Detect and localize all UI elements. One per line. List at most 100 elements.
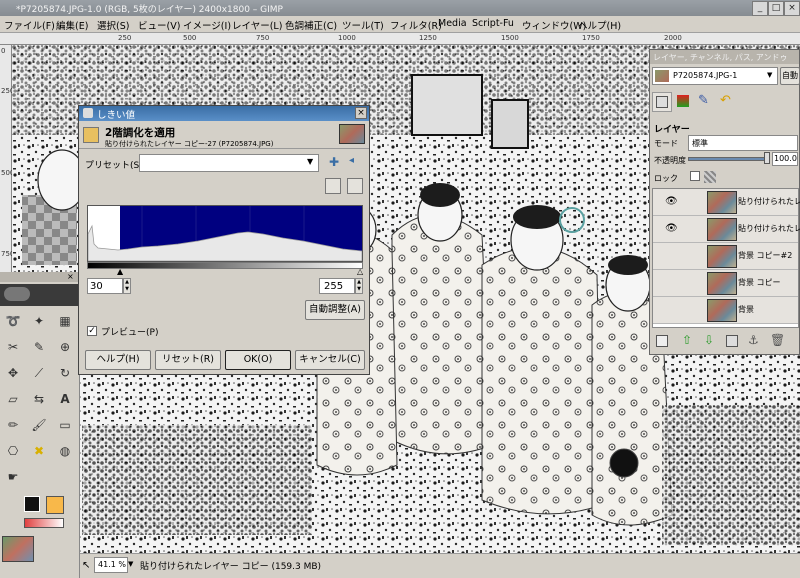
menu-media[interactable]: Media xyxy=(438,18,467,29)
menu-view[interactable]: ビュー(V) xyxy=(138,18,180,32)
tab-undo[interactable]: ↶ xyxy=(718,92,738,112)
raise-layer-icon[interactable]: ⇧ xyxy=(682,333,692,347)
high-threshold-value: 255 xyxy=(324,281,344,292)
new-layer-icon[interactable] xyxy=(656,335,668,347)
measure-icon[interactable]: ⟋ xyxy=(30,364,48,382)
menu-edit[interactable]: 編集(E) xyxy=(56,18,88,32)
menu-filters[interactable]: フィルタ(R) xyxy=(390,18,442,32)
image-select-combo[interactable]: P7205874.JPG-1 ▼ xyxy=(652,67,778,85)
layer-name: 背景 コピー xyxy=(738,278,781,287)
opacity-slider[interactable] xyxy=(688,157,768,161)
scissors-icon[interactable]: ✂ xyxy=(4,338,22,356)
low-threshold-spinner[interactable]: ▲ ▼ xyxy=(123,278,131,294)
layer-row[interactable]: 👁 貼り付けられたレイヤー xyxy=(653,216,800,243)
delete-layer-icon[interactable]: 🗑 xyxy=(770,333,785,347)
eye-icon[interactable]: 👁 xyxy=(665,223,678,234)
clone-icon[interactable]: ⎔ xyxy=(4,442,22,460)
lower-layer-icon[interactable]: ⇩ xyxy=(704,333,714,347)
smudge-icon[interactable]: ☛ xyxy=(4,468,22,486)
layer-row[interactable]: 背景 xyxy=(653,297,798,324)
chevron-down-icon[interactable]: ▼ xyxy=(128,560,133,568)
maximize-button[interactable]: □ xyxy=(768,1,784,16)
dialog-close-button[interactable]: × xyxy=(355,107,367,119)
reset-button[interactable]: リセット(R) xyxy=(155,350,221,370)
blur-icon[interactable]: ◍ xyxy=(56,442,74,460)
pencil-icon[interactable]: ✏ xyxy=(4,416,22,434)
menu-layer[interactable]: レイヤー(L) xyxy=(232,18,282,32)
ok-button[interactable]: OK(O) xyxy=(225,350,291,370)
shear-icon[interactable]: ▱ xyxy=(4,390,22,408)
lock-pixels-checkbox[interactable] xyxy=(690,171,700,181)
preset-menu-icon[interactable]: ◂ xyxy=(349,155,354,166)
dialog-title-bar[interactable]: しきい値 × xyxy=(79,106,369,121)
layer-row[interactable]: 背景 コピー xyxy=(653,270,798,297)
menu-script-fu[interactable]: Script-Fu xyxy=(472,18,514,29)
histogram[interactable] xyxy=(87,205,363,262)
lock-alpha-icon[interactable] xyxy=(704,171,716,183)
high-threshold-marker-icon[interactable]: △ xyxy=(357,267,363,276)
toolbox-grip[interactable]: × xyxy=(0,272,80,282)
zoom-combo[interactable]: 41.1 % xyxy=(94,557,128,573)
foreground-color-swatch[interactable] xyxy=(24,496,40,512)
menu-windows[interactable]: ウィンドウ(W) xyxy=(522,18,586,32)
heal-icon[interactable]: ✖ xyxy=(30,442,48,460)
opacity-input[interactable]: 100.0 xyxy=(772,152,798,166)
eraser-icon[interactable]: ▭ xyxy=(56,416,74,434)
menu-tools[interactable]: ツール(T) xyxy=(342,18,384,32)
paintbrush-icon[interactable]: 🖌 xyxy=(30,416,48,434)
add-preset-icon[interactable]: ✚ xyxy=(329,155,339,169)
help-button[interactable]: ヘルプ(H) xyxy=(85,350,151,370)
dock-title-bar[interactable]: レイヤー, チャンネル, パス, アンドゥ xyxy=(650,50,799,64)
high-threshold-spinner[interactable]: ▲ ▼ xyxy=(355,278,363,294)
text-tool-icon[interactable]: A xyxy=(56,390,74,408)
brush-pattern-swatch[interactable] xyxy=(46,496,64,514)
chevron-down-icon: ▼ xyxy=(307,157,314,166)
auto-button[interactable]: 自動 xyxy=(780,67,800,85)
auto-adjust-button[interactable]: 自動調整(A) xyxy=(305,300,365,320)
menu-colors[interactable]: 色調補正(C) xyxy=(285,18,337,32)
status-bar: ↖ 41.1 % ▼ 貼り付けられたレイヤー コピー (159.3 MB) xyxy=(80,553,800,578)
menu-file[interactable]: ファイル(F) xyxy=(4,18,55,32)
cancel-button[interactable]: キャンセル(C) xyxy=(295,350,365,370)
tab-layers[interactable] xyxy=(652,92,672,112)
flip-icon[interactable]: ⇆ xyxy=(30,390,48,408)
linear-histogram-button[interactable] xyxy=(325,178,341,194)
color-picker-icon[interactable]: ✎ xyxy=(30,338,48,356)
menu-select[interactable]: 選択(S) xyxy=(97,18,129,32)
mode-combo[interactable]: 標準 xyxy=(688,135,798,151)
layer-row[interactable]: 👁 貼り付けられたレイヤー xyxy=(653,189,800,216)
log-histogram-button[interactable] xyxy=(347,178,363,194)
opacity-slider-handle[interactable] xyxy=(764,152,770,164)
lasso-select-icon[interactable]: ➰ xyxy=(4,312,22,330)
eye-icon[interactable]: 👁 xyxy=(665,196,678,207)
anchor-layer-icon[interactable]: ⚓ xyxy=(748,333,759,347)
magnify-icon[interactable]: ⊕ xyxy=(56,338,74,356)
menu-bar: ファイル(F) 編集(E) 選択(S) ビュー(V) イメージ(I) レイヤー(… xyxy=(0,16,800,33)
low-threshold-value: 30 xyxy=(90,281,103,292)
active-image-thumbnail[interactable] xyxy=(2,536,34,562)
chevron-down-icon: ▼ xyxy=(767,71,773,79)
tab-channels[interactable] xyxy=(674,92,694,112)
layer-row[interactable]: 背景 コピー#2 xyxy=(653,243,798,270)
layers-tab-icon xyxy=(656,96,668,108)
high-threshold-input[interactable]: 255 xyxy=(319,278,355,294)
layer-name: 背景 xyxy=(738,305,754,314)
zoom-value: 41.1 % xyxy=(98,560,126,569)
layers-section-label: レイヤー xyxy=(654,125,690,135)
rotate-icon[interactable]: ↻ xyxy=(56,364,74,382)
close-button[interactable]: × xyxy=(784,1,800,16)
gradient-swatch[interactable] xyxy=(24,518,64,528)
move-tool-icon[interactable]: ✥ xyxy=(4,364,22,382)
duplicate-layer-icon[interactable] xyxy=(726,335,738,347)
low-threshold-input[interactable]: 30 xyxy=(87,278,123,294)
preview-checkbox[interactable]: ✓ xyxy=(87,326,97,336)
menu-help[interactable]: ヘルプ(H) xyxy=(578,18,621,32)
minimize-button[interactable]: _ xyxy=(752,1,768,16)
fuzzy-select-icon[interactable]: ✦ xyxy=(30,312,48,330)
preset-combo[interactable]: ▼ xyxy=(139,154,319,172)
low-threshold-marker-icon[interactable]: ▲ xyxy=(117,267,123,276)
close-icon[interactable]: × xyxy=(67,272,74,281)
menu-image[interactable]: イメージ(I) xyxy=(183,18,231,32)
tab-paths[interactable]: ✎ xyxy=(696,92,716,112)
color-select-icon[interactable]: ▦ xyxy=(56,312,74,330)
